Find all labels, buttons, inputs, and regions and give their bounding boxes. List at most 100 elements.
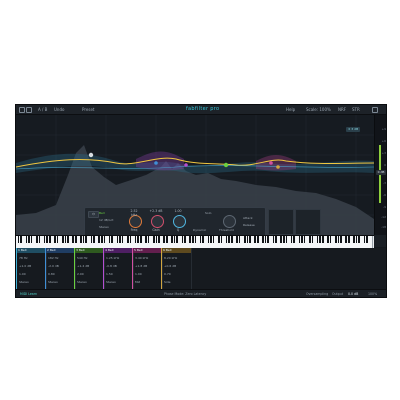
band-gain[interactable]: +1.4 dB <box>77 264 89 268</box>
piano-black-key[interactable] <box>121 236 124 243</box>
piano-black-key[interactable] <box>280 236 282 243</box>
oversampling-button[interactable]: Oversampling <box>306 290 328 297</box>
piano-black-key[interactable] <box>56 236 59 243</box>
piano-black-key[interactable] <box>30 236 33 243</box>
nrf-button[interactable]: NRF <box>338 105 346 114</box>
piano-black-key[interactable] <box>36 236 38 243</box>
piano-black-key[interactable] <box>82 236 85 243</box>
band-mode[interactable]: Stereo <box>48 280 58 284</box>
band-shape-label[interactable]: Bell <box>99 211 105 215</box>
piano-black-key[interactable] <box>210 236 212 243</box>
piano-black-key[interactable] <box>249 236 251 243</box>
band-freq[interactable]: 1.25 kHz <box>106 256 119 260</box>
band-mode[interactable]: Stereo <box>77 280 87 284</box>
phase-mode-selector[interactable]: Phase Mode: Zero Latency <box>164 290 206 297</box>
piano-black-key[interactable] <box>134 236 137 243</box>
piano-black-key[interactable] <box>363 236 366 243</box>
dynamic-label[interactable]: Dynamic <box>193 228 206 232</box>
piano-black-key[interactable] <box>272 236 275 243</box>
band-gain[interactable]: -2.0 dB <box>48 264 59 268</box>
piano-black-key[interactable] <box>181 236 184 243</box>
piano-black-key[interactable] <box>267 236 269 243</box>
piano-black-key[interactable] <box>46 236 48 243</box>
piano-black-key[interactable] <box>93 236 95 243</box>
undo-button[interactable]: Undo <box>54 105 64 114</box>
piano-black-key[interactable] <box>236 236 238 243</box>
threshold-knob[interactable] <box>223 215 236 228</box>
band-mode[interactable]: Side <box>164 280 171 284</box>
band-head[interactable]: 6 Bell <box>162 248 191 253</box>
piano-black-key[interactable] <box>155 236 158 243</box>
piano-black-key[interactable] <box>20 236 22 243</box>
piano-black-key[interactable] <box>238 236 241 243</box>
q-knob[interactable] <box>173 215 186 228</box>
piano-black-key[interactable] <box>64 236 67 243</box>
band-column-5[interactable]: 5 Bell 3.40 kHz +1.8 dB 1.00 Mid <box>132 248 163 289</box>
piano-black-key[interactable] <box>153 236 155 243</box>
help-button[interactable]: Help <box>286 105 295 114</box>
piano-black-key[interactable] <box>285 236 288 243</box>
piano-black-key[interactable] <box>119 236 121 243</box>
ab-button[interactable]: A / B <box>38 105 47 114</box>
piano-black-key[interactable] <box>212 236 215 243</box>
piano-black-key[interactable] <box>316 236 319 243</box>
band-head[interactable]: 2 Bell <box>46 248 75 253</box>
piano-black-key[interactable] <box>103 236 106 243</box>
piano-black-key[interactable] <box>319 236 321 243</box>
band-freq[interactable]: 78 Hz <box>19 256 28 260</box>
piano-black-key[interactable] <box>262 236 264 243</box>
band-mode[interactable]: Stereo <box>106 280 116 284</box>
piano-black-key[interactable] <box>355 236 358 243</box>
release-label[interactable]: Release <box>243 223 255 227</box>
piano-black-key[interactable] <box>254 236 256 243</box>
piano-black-key[interactable] <box>309 236 311 243</box>
piano-black-key[interactable] <box>275 236 277 243</box>
piano-black-key[interactable] <box>228 236 230 243</box>
piano-black-key[interactable] <box>335 236 337 243</box>
piano-black-key[interactable] <box>137 236 139 243</box>
piano-black-key[interactable] <box>322 236 324 243</box>
piano-black-key[interactable] <box>90 236 93 243</box>
piano-black-key[interactable] <box>67 236 69 243</box>
band-power-button[interactable]: ⏻ <box>88 211 99 218</box>
output-gain-badge[interactable]: 0 dB <box>376 170 386 175</box>
band-freq[interactable]: 182 Hz <box>48 256 59 260</box>
piano-black-key[interactable] <box>311 236 314 243</box>
piano-black-key[interactable] <box>140 236 142 243</box>
piano-black-key[interactable] <box>173 236 176 243</box>
piano-black-key[interactable] <box>293 236 295 243</box>
piano-black-key[interactable] <box>116 236 119 243</box>
slope-label[interactable]: 12 dB/oct <box>99 218 113 222</box>
piano-black-key[interactable] <box>158 236 160 243</box>
piano-black-key[interactable] <box>246 236 249 243</box>
piano-black-key[interactable] <box>108 236 111 243</box>
piano-black-key[interactable] <box>25 236 28 243</box>
piano-black-key[interactable] <box>345 236 347 243</box>
piano-black-key[interactable] <box>98 236 100 243</box>
piano-black-key[interactable] <box>283 236 285 243</box>
piano-black-key[interactable] <box>264 236 267 243</box>
scale-button[interactable]: Scale: 100% <box>306 105 331 114</box>
piano-black-key[interactable] <box>366 236 368 243</box>
band-gain[interactable]: +0.6 dB <box>164 264 176 268</box>
piano-black-key[interactable] <box>348 236 350 243</box>
piano-black-key[interactable] <box>166 236 168 243</box>
piano-black-key[interactable] <box>171 236 173 243</box>
dry-wet-value[interactable]: 100% <box>368 290 377 297</box>
output-gain-value[interactable]: 0.0 dB <box>348 290 358 297</box>
stereo-label[interactable]: Stereo <box>99 225 109 229</box>
settings-icon[interactable] <box>372 107 378 113</box>
midi-learn-button[interactable]: MIDI Learn <box>20 290 37 297</box>
piano-black-key[interactable] <box>199 236 202 243</box>
band-column-6[interactable]: 6 Bell 8.20 kHz +0.6 dB 0.70 Side <box>161 248 192 289</box>
band-column-1[interactable]: 1 Bell 78 Hz +1.0 dB 1.00 Stereo <box>16 248 47 289</box>
band-freq[interactable]: 8.20 kHz <box>164 256 177 260</box>
piano-black-key[interactable] <box>358 236 360 243</box>
gain-scale[interactable]: +9 +6 +3 0 -3 -6 -9 -12 -18 0 dB <box>374 115 386 235</box>
piano-black-key[interactable] <box>72 236 74 243</box>
gain-knob[interactable] <box>151 215 164 228</box>
band-q[interactable]: 2.00 <box>77 272 84 276</box>
piano-black-key[interactable] <box>202 236 204 243</box>
piano-black-key[interactable] <box>75 236 77 243</box>
piano-black-key[interactable] <box>49 236 51 243</box>
